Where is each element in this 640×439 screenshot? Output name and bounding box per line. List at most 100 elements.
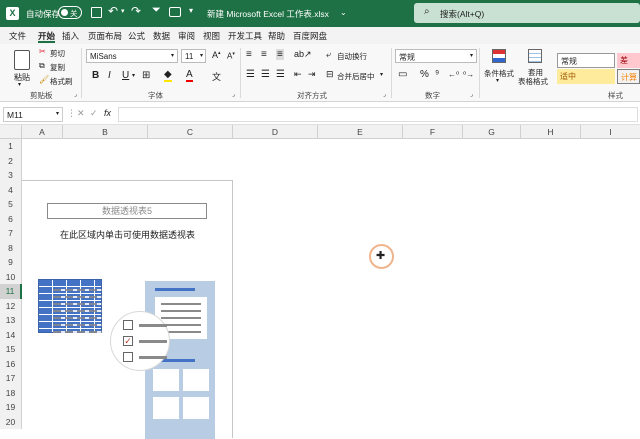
customize-qat-icon[interactable]: ▾ bbox=[189, 6, 193, 15]
row-header[interactable]: 15 bbox=[0, 342, 22, 357]
number-launcher-icon[interactable]: ⌟ bbox=[470, 91, 473, 98]
row-header-active[interactable]: 11 bbox=[0, 284, 22, 299]
comma-icon[interactable]: ⁹ bbox=[435, 69, 439, 80]
tab-insert[interactable]: 插入 bbox=[62, 30, 79, 42]
row-header[interactable]: 5 bbox=[0, 197, 22, 212]
align-top-icon[interactable]: ≡ bbox=[246, 49, 252, 60]
enter-icon[interactable]: ✓ bbox=[90, 108, 98, 119]
row-header[interactable]: 14 bbox=[0, 327, 22, 343]
conditional-format-icon[interactable] bbox=[492, 49, 506, 63]
increase-decimal-icon[interactable]: ←⁰ bbox=[448, 70, 459, 79]
camera-icon[interactable] bbox=[169, 7, 181, 17]
merge-center-button[interactable]: 合并后居中 bbox=[337, 71, 375, 82]
paste-dropdown-icon[interactable]: ▾ bbox=[18, 81, 21, 88]
wrap-text-button[interactable]: 自动换行 bbox=[337, 51, 367, 62]
tab-developer[interactable]: 开发工具 bbox=[228, 30, 262, 42]
copy-icon[interactable]: ⧉ bbox=[39, 61, 45, 71]
decrease-decimal-icon[interactable]: ⁰→ bbox=[463, 70, 474, 79]
table-format-icon[interactable] bbox=[528, 49, 542, 63]
style-normal[interactable]: 常规 bbox=[557, 53, 615, 68]
copy-button[interactable]: 复制 bbox=[50, 62, 65, 73]
align-middle-icon[interactable]: ≡ bbox=[261, 49, 267, 60]
title-dropdown-icon[interactable]: ⌄ bbox=[340, 8, 347, 17]
style-calc[interactable]: 计算 bbox=[617, 69, 640, 84]
tab-help[interactable]: 帮助 bbox=[268, 30, 285, 42]
alignment-launcher-icon[interactable]: ⌟ bbox=[383, 91, 386, 98]
bold-icon[interactable]: B bbox=[92, 70, 99, 81]
increase-font-icon[interactable]: A▴ bbox=[212, 50, 221, 60]
tab-view[interactable]: 视图 bbox=[203, 30, 220, 42]
column-header[interactable]: I bbox=[581, 125, 640, 139]
column-header[interactable]: C bbox=[148, 125, 233, 139]
tab-file[interactable]: 文件 bbox=[9, 30, 26, 42]
font-launcher-icon[interactable]: ⌟ bbox=[232, 91, 235, 98]
column-header[interactable]: D bbox=[233, 125, 318, 139]
row-header[interactable]: 19 bbox=[0, 400, 22, 415]
orientation-icon[interactable]: ab↗ bbox=[294, 49, 312, 60]
font-name-select[interactable]: MiSans ▾ bbox=[86, 49, 178, 63]
align-right-icon[interactable]: ☰ bbox=[276, 69, 285, 80]
autosave-toggle[interactable]: 关 bbox=[58, 6, 82, 19]
column-header[interactable]: B bbox=[63, 125, 148, 139]
column-header[interactable]: H bbox=[521, 125, 581, 139]
paste-icon[interactable] bbox=[14, 50, 30, 70]
fill-color-icon[interactable]: ◆ bbox=[164, 70, 172, 82]
column-header[interactable]: G bbox=[463, 125, 521, 139]
paste-button[interactable]: 粘贴 bbox=[14, 72, 30, 83]
row-header[interactable]: 20 bbox=[0, 414, 22, 430]
column-header[interactable]: F bbox=[403, 125, 463, 139]
row-header[interactable]: 17 bbox=[0, 371, 22, 386]
name-box[interactable]: M11 ▾ bbox=[3, 107, 63, 122]
cancel-icon[interactable]: ✕ bbox=[77, 108, 85, 119]
select-all-corner[interactable] bbox=[0, 125, 22, 139]
row-header[interactable]: 2 bbox=[0, 153, 22, 169]
row-header[interactable]: 1 bbox=[0, 139, 22, 154]
underline-icon[interactable]: U bbox=[122, 70, 129, 81]
tab-data[interactable]: 数据 bbox=[153, 30, 170, 42]
merge-center-icon[interactable]: ⊟ bbox=[326, 69, 334, 80]
decrease-indent-icon[interactable]: ⇤ bbox=[294, 69, 302, 80]
cut-icon[interactable]: ✂ bbox=[39, 47, 46, 56]
row-header[interactable]: 8 bbox=[0, 240, 22, 256]
document-title[interactable]: 新建 Microsoft Excel 工作表.xlsx bbox=[207, 8, 329, 20]
format-painter-icon[interactable]: 🖌 bbox=[39, 75, 49, 84]
wrap-text-icon[interactable]: ⤶ bbox=[326, 49, 331, 60]
save-icon[interactable] bbox=[91, 7, 102, 18]
row-header[interactable]: 13 bbox=[0, 313, 22, 328]
undo-dropdown-icon[interactable]: ▾ bbox=[121, 7, 125, 15]
row-header[interactable]: 12 bbox=[0, 298, 22, 314]
tab-page-layout[interactable]: 页面布局 bbox=[88, 30, 122, 42]
font-color-icon[interactable]: A bbox=[186, 70, 193, 82]
merge-dropdown-icon[interactable]: ▾ bbox=[380, 71, 383, 78]
tab-baidu[interactable]: 百度网盘 bbox=[293, 30, 327, 42]
pivot-table-placeholder[interactable]: 数据透视表5 在此区域内单击可使用数据透视表 ✓ bbox=[22, 180, 233, 439]
clipboard-launcher-icon[interactable]: ⌟ bbox=[74, 91, 77, 98]
conditional-format-dropdown-icon[interactable]: ▾ bbox=[496, 77, 499, 84]
percent-icon[interactable]: % bbox=[420, 69, 429, 80]
cut-button[interactable]: 剪切 bbox=[50, 48, 65, 59]
font-size-select[interactable]: 11 ▾ bbox=[181, 49, 206, 63]
increase-indent-icon[interactable]: ⇥ bbox=[308, 69, 316, 80]
table-format-button-line2[interactable]: 表格格式 bbox=[518, 76, 548, 87]
number-format-select[interactable]: 常规 ▾ bbox=[395, 49, 477, 63]
underline-dropdown-icon[interactable]: ▾ bbox=[132, 72, 135, 79]
format-painter-button[interactable]: 格式刷 bbox=[50, 76, 73, 87]
align-left-icon[interactable]: ☰ bbox=[246, 69, 255, 80]
column-header[interactable]: E bbox=[318, 125, 403, 139]
row-header[interactable]: 10 bbox=[0, 269, 22, 285]
row-header[interactable]: 6 bbox=[0, 211, 22, 227]
insert-function-icon[interactable]: fx bbox=[104, 108, 111, 118]
style-neutral[interactable]: 适中 bbox=[557, 69, 615, 84]
row-header[interactable]: 4 bbox=[0, 182, 22, 198]
row-header[interactable]: 3 bbox=[0, 168, 22, 183]
align-bottom-icon[interactable]: ≡ bbox=[276, 49, 284, 60]
borders-icon[interactable]: ⊞ bbox=[142, 70, 150, 81]
column-header[interactable]: A bbox=[22, 125, 63, 139]
align-center-icon[interactable]: ☰ bbox=[261, 69, 270, 80]
phonetic-icon[interactable]: 文 bbox=[212, 70, 221, 83]
row-header[interactable]: 7 bbox=[0, 226, 22, 241]
search-box[interactable]: ⌕ 搜索(Alt+Q) bbox=[414, 3, 640, 23]
accounting-icon[interactable]: ▭ bbox=[398, 69, 407, 80]
decrease-font-icon[interactable]: A▾ bbox=[227, 51, 235, 61]
tab-formulas[interactable]: 公式 bbox=[128, 30, 145, 42]
